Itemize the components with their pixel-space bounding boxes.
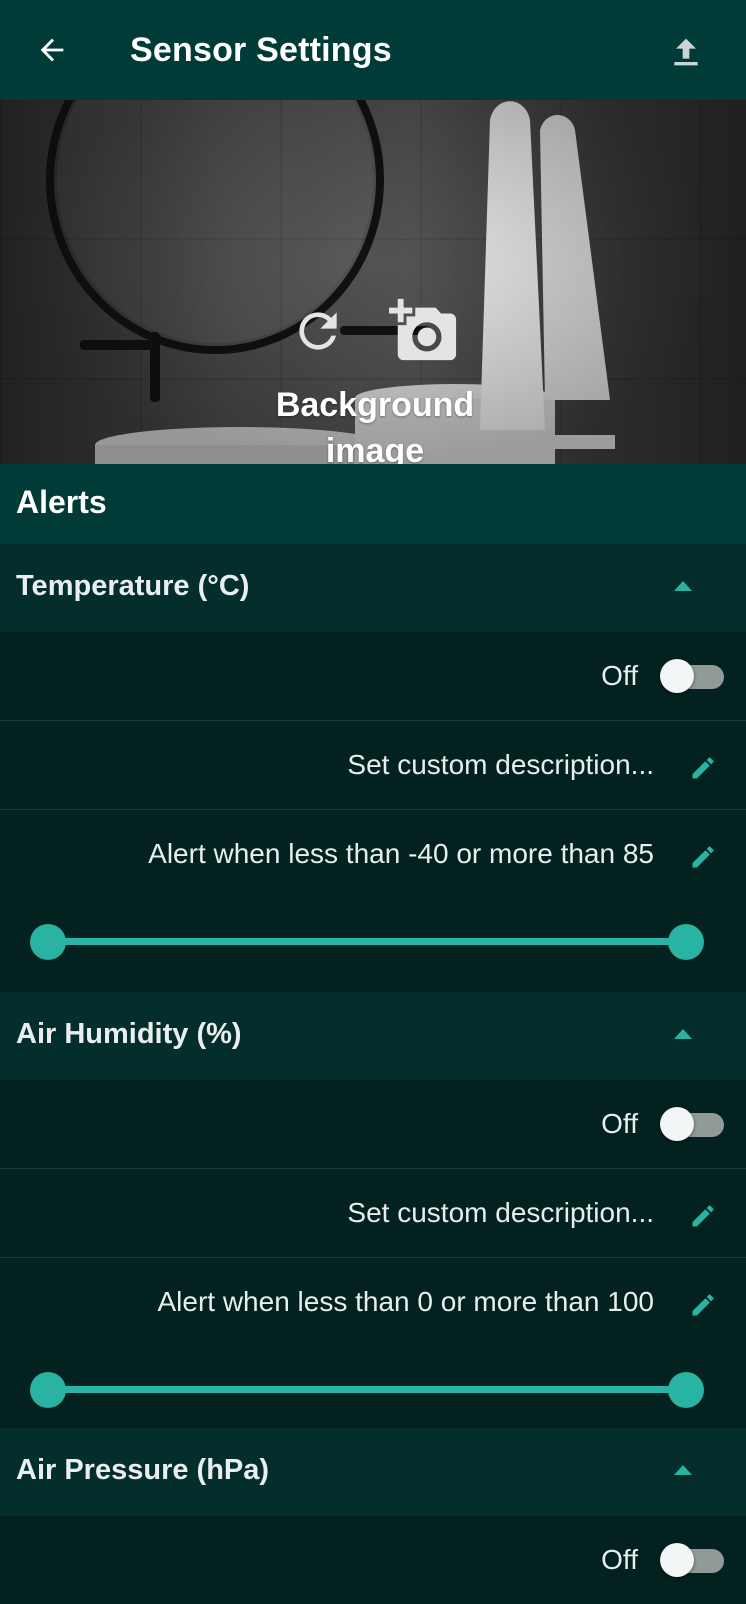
switch-thumb <box>660 659 694 693</box>
collapse-button[interactable] <box>674 1464 692 1476</box>
upload-button[interactable] <box>662 28 710 76</box>
alert-toggle-switch[interactable] <box>660 659 724 693</box>
slider-track <box>48 938 686 945</box>
arrow-left-icon <box>40 38 64 62</box>
page-title: Sensor Settings <box>130 31 392 69</box>
toggle-row: Off <box>0 632 746 721</box>
toggle-state-label: Off <box>601 1544 638 1575</box>
description-text: Set custom description... <box>347 1197 654 1228</box>
description-row[interactable]: Set custom description... <box>0 1169 746 1258</box>
upload-icon <box>674 38 698 66</box>
alert-range-text: Alert when less than -40 or more than 85 <box>148 838 654 869</box>
alert-toggle-switch[interactable] <box>660 1107 724 1141</box>
refresh-icon <box>299 312 337 350</box>
alert-range-row[interactable]: Alert when less than 0 or more than 100 <box>0 1258 746 1346</box>
pencil-icon <box>692 757 714 779</box>
chevron-up-icon <box>674 1465 692 1475</box>
switch-thumb <box>660 1107 694 1141</box>
switch-thumb <box>660 1543 694 1577</box>
toggle-row: Off <box>0 1516 746 1604</box>
slider-min-handle[interactable] <box>30 924 66 960</box>
slider-min-handle[interactable] <box>30 1372 66 1408</box>
group-header-humidity[interactable]: Air Humidity (%) <box>0 992 746 1080</box>
alerts-title: Alerts <box>16 484 107 520</box>
alert-group-humidity: Air Humidity (%) Off Set custom descript… <box>0 992 746 1436</box>
group-title: Air Humidity (%) <box>16 1018 242 1050</box>
edit-description-button[interactable] <box>688 753 718 783</box>
toggle-state-label: Off <box>601 1108 638 1139</box>
group-title: Temperature (°C) <box>16 570 250 602</box>
reload-background-button[interactable] <box>288 301 348 361</box>
slider-track <box>48 1386 686 1393</box>
add-photo-icon <box>389 298 457 361</box>
description-text: Set custom description... <box>347 749 654 780</box>
pencil-icon <box>692 1205 714 1227</box>
slider-max-handle[interactable] <box>668 924 704 960</box>
range-slider[interactable] <box>0 898 746 988</box>
alert-range-text: Alert when less than 0 or more than 100 <box>157 1286 654 1317</box>
pencil-icon <box>692 846 714 868</box>
group-header-temperature[interactable]: Temperature (°C) <box>0 544 746 632</box>
top-app-bar: Sensor Settings <box>0 0 746 100</box>
toggle-row: Off <box>0 1080 746 1169</box>
alert-group-pressure: Air Pressure (hPa) Off <box>0 1428 746 1604</box>
pencil-icon <box>692 1294 714 1316</box>
collapse-button[interactable] <box>674 580 692 592</box>
collapse-button[interactable] <box>674 1028 692 1040</box>
range-slider[interactable] <box>0 1346 746 1436</box>
description-row[interactable]: Set custom description... <box>0 721 746 810</box>
toggle-state-label: Off <box>601 660 638 691</box>
background-image-label: Background image <box>275 386 475 464</box>
back-button[interactable] <box>30 28 74 72</box>
edit-description-button[interactable] <box>688 1201 718 1231</box>
edit-range-button[interactable] <box>688 842 718 872</box>
chevron-up-icon <box>674 581 692 591</box>
group-title: Air Pressure (hPa) <box>16 1454 270 1486</box>
edit-range-button[interactable] <box>688 1290 718 1320</box>
add-photo-button[interactable] <box>388 295 460 367</box>
slider-max-handle[interactable] <box>668 1372 704 1408</box>
background-image[interactable]: Background image <box>0 100 746 464</box>
alert-range-row[interactable]: Alert when less than -40 or more than 85 <box>0 810 746 898</box>
alert-toggle-switch[interactable] <box>660 1543 724 1577</box>
chevron-up-icon <box>674 1029 692 1039</box>
group-header-pressure[interactable]: Air Pressure (hPa) <box>0 1428 746 1516</box>
alert-group-temperature: Temperature (°C) Off Set custom descript… <box>0 544 746 988</box>
alerts-section-header: Alerts <box>0 464 746 544</box>
background-actions <box>288 295 468 367</box>
